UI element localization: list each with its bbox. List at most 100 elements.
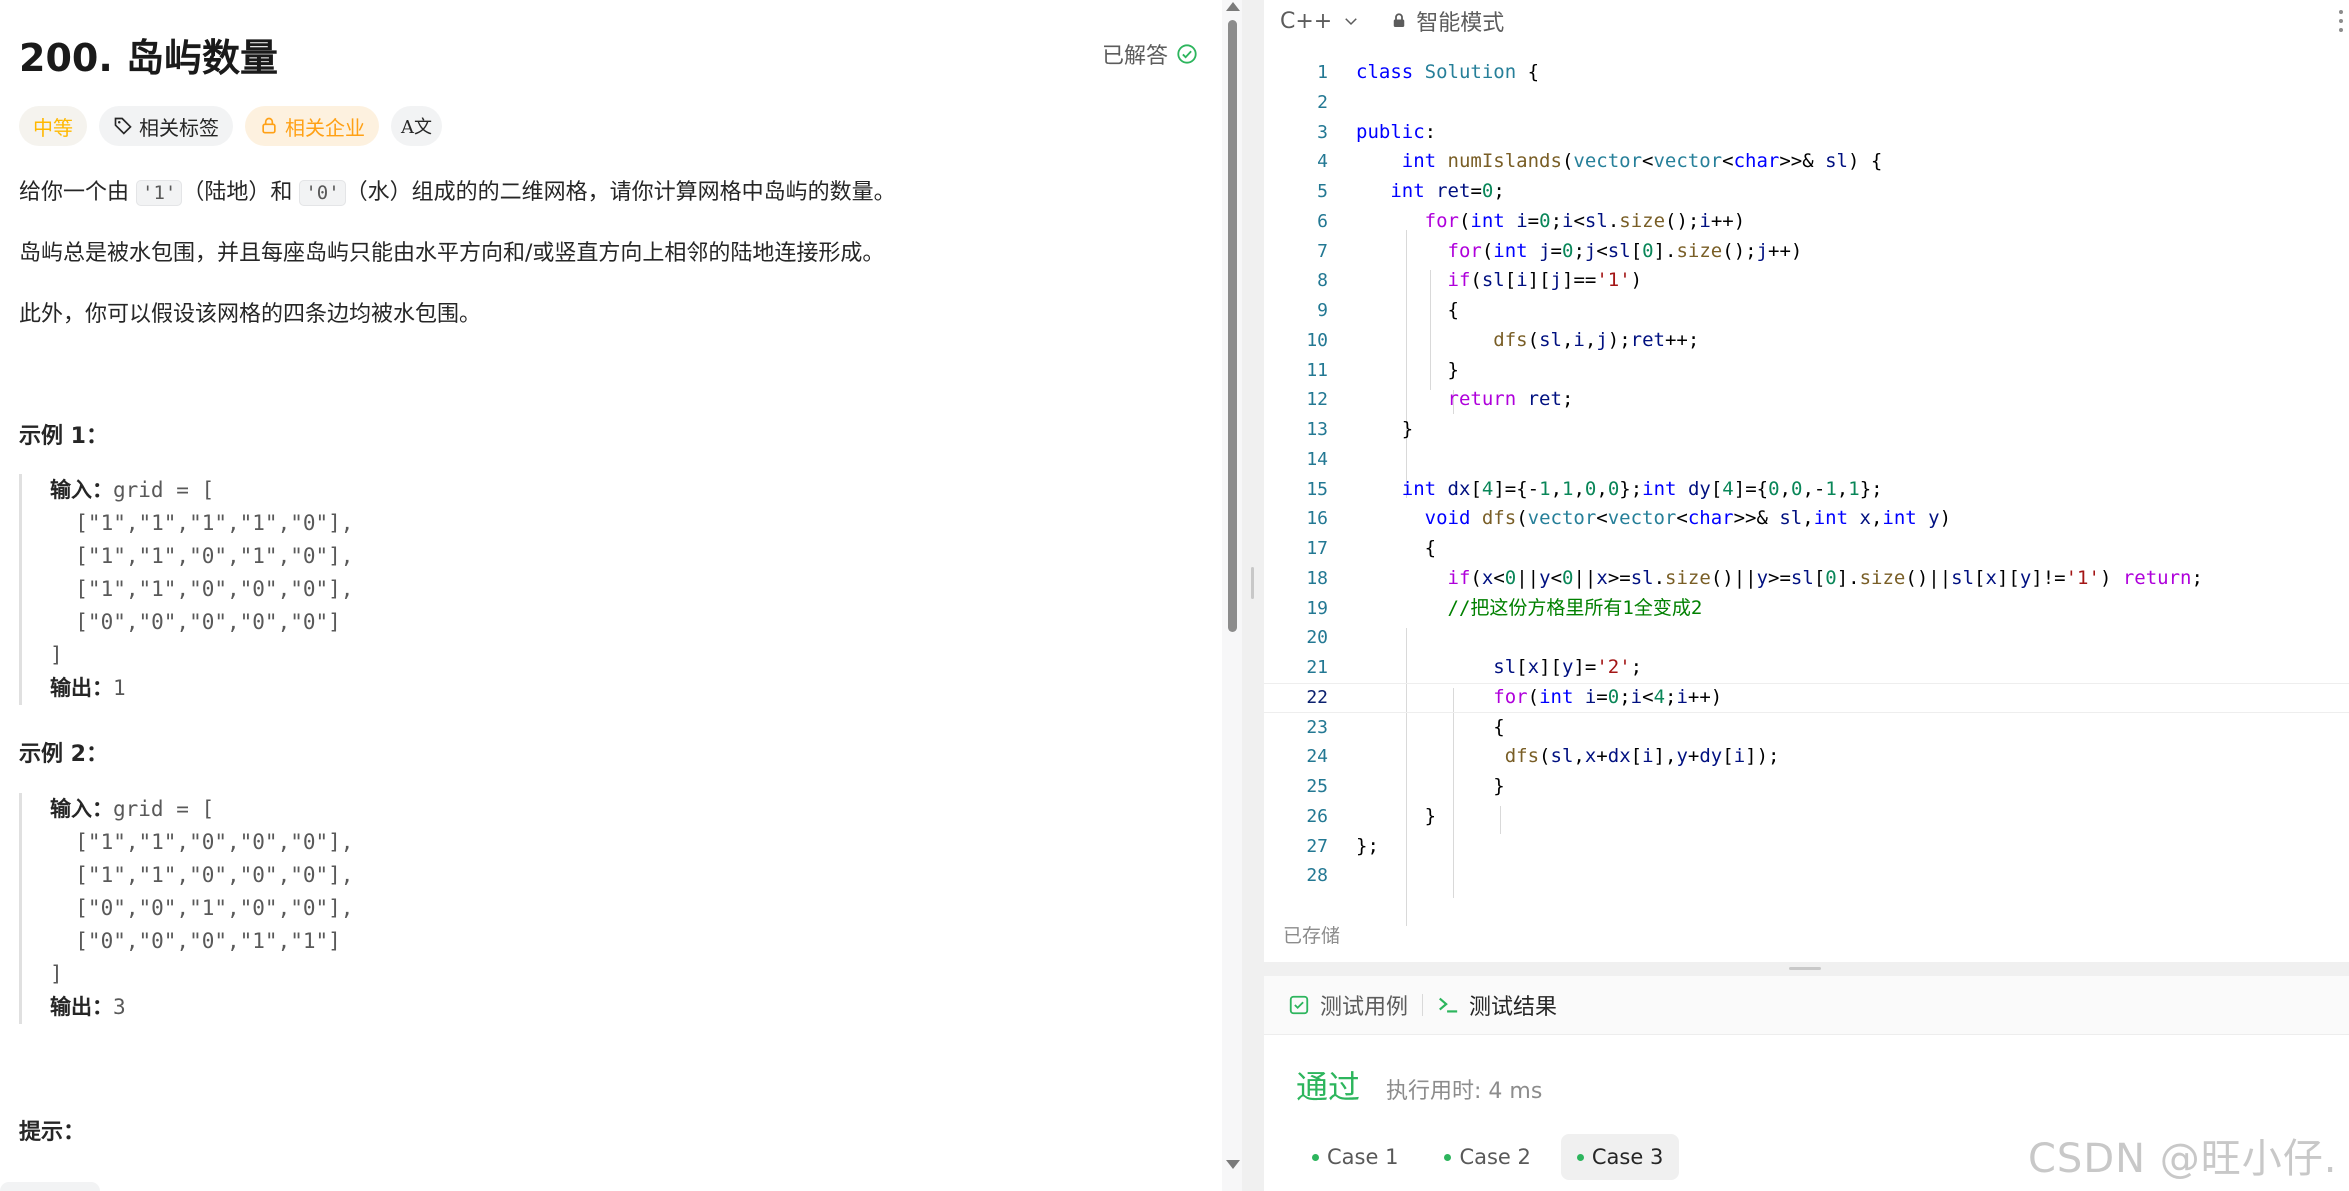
output-label: 输出： <box>50 676 113 700</box>
language-selector[interactable]: C++ <box>1280 9 1360 34</box>
example-2-heading: 示例 2： <box>19 742 108 767</box>
resize-grip-icon <box>1789 967 1821 970</box>
code-editor[interactable]: 1 class Solution { 2 3 public: 4 int numIs… <box>1264 58 2349 926</box>
pass-dot-icon <box>1444 1153 1452 1161</box>
code-line: 10 dfs(sl,i,j);ret++; <box>1306 328 1700 351</box>
example-2-block: 输入：grid = [ ["1","1","0","0","0"], ["1",… <box>19 793 353 1024</box>
terminal-icon <box>1439 997 1458 1013</box>
related-tags-button[interactable]: 相关标签 <box>99 106 233 146</box>
inline-code: '0' <box>299 180 346 206</box>
solved-label: 已解答 <box>1102 44 1169 69</box>
code-line: 20 <box>1306 627 1328 649</box>
description-scrollbar[interactable] <box>1222 0 1242 1191</box>
grid-row: ["1","1","0","0","0"], <box>50 863 354 887</box>
check-circle-icon <box>1177 44 1197 64</box>
runtime-label: 执行用时: 4 ms <box>1386 1079 1543 1104</box>
input-label: 输入： <box>50 478 113 502</box>
solved-status: 已解答 <box>1102 38 1198 70</box>
code-line: 15 int dx[4]={-1,1,0,0};int dy[4]={0,0,-… <box>1306 477 1883 500</box>
grid-row: ["1","1","0","1","0"], <box>50 544 354 568</box>
code-line: 13 } <box>1306 418 1414 440</box>
input-value: grid = [ <box>113 797 215 821</box>
code-line: 7 for(int j=0;j<sl[0].size();j++) <box>1317 239 1803 262</box>
translate-button[interactable]: A文 <box>391 106 442 146</box>
difficulty-tag[interactable]: 中等 <box>19 106 87 146</box>
code-line: 25 } <box>1306 775 1505 797</box>
smart-mode-toggle[interactable]: 智能模式 <box>1390 5 1504 37</box>
example-1-heading: 示例 1： <box>19 424 108 449</box>
resize-grip-icon <box>1251 567 1254 599</box>
editor-panel: C++ 智能模式 1 class Solution { 2 3 public: 4 … <box>1264 0 2349 1191</box>
code-line: 21 sl[x][y]='2'; <box>1306 656 1643 678</box>
case-label: Case 2 <box>1459 1145 1531 1169</box>
tag-icon <box>114 117 132 135</box>
hint-heading: 提示： <box>19 1120 86 1145</box>
code-line: 27}; <box>1306 834 1379 857</box>
case-tab-2[interactable]: Case 2 <box>1428 1134 1546 1180</box>
related-tags-label: 相关标签 <box>139 115 219 140</box>
problem-panel: 200. 岛屿数量 已解答 中等 相关标签 相关企业 A文 给你一个由 '1' （… <box>0 0 1222 1191</box>
code-line: 26 } <box>1306 804 1437 827</box>
description-paragraph-3: 此外，你可以假设该网格的四条边均被水包围。 <box>19 302 482 327</box>
watermark: CSDN @旺小仔. <box>2028 1136 2338 1182</box>
code-line: 4 int numIslands(vector<vector<char>>& s… <box>1317 150 1883 173</box>
result-status: 通过 <box>1296 1068 1361 1106</box>
pass-dot-icon <box>1576 1153 1584 1161</box>
scroll-down-arrow-icon[interactable] <box>1226 1160 1240 1169</box>
code-line: 5 int ret=0; <box>1317 180 1505 202</box>
code-line: 6 for(int i=0;i<sl.size();i++) <box>1317 209 1746 232</box>
hint-pill <box>0 1182 100 1191</box>
output-value: 1 <box>113 676 126 700</box>
case-label: Case 3 <box>1591 1145 1664 1169</box>
translate-icon: A文 <box>401 117 432 138</box>
related-companies-label: 相关企业 <box>285 115 365 140</box>
input-label: 输入： <box>50 797 113 821</box>
lock-icon <box>262 117 276 134</box>
code-line: 2 <box>1317 91 1328 113</box>
result-summary: 通过 执行用时: 4 ms <box>1296 1062 1542 1108</box>
tab-result-label: 测试结果 <box>1469 995 1558 1020</box>
case-tabs: Case 1 Case 2 Case 3 <box>1296 1134 1680 1180</box>
grid-close: ] <box>50 962 63 986</box>
description-paragraph-2: 岛屿总是被水包围，并且每座岛屿只能由水平方向和/或竖直方向上相邻的陆地连接形成。 <box>19 241 885 266</box>
more-vertical-icon[interactable] <box>2338 6 2344 36</box>
chevron-down-icon <box>1345 18 1358 26</box>
difficulty-label: 中等 <box>33 115 73 140</box>
desc-text: （水）组成的的二维网格，请你计算网格中岛屿的数量。 <box>345 180 896 205</box>
code-line: 19 //把这份方格里所有1全变成2 <box>1306 596 1703 619</box>
grid-close: ] <box>50 643 63 667</box>
tab-result[interactable]: 测试结果 <box>1423 989 1571 1021</box>
example-1-block: 输入：grid = [ ["1","1","1","1","0"], ["1",… <box>19 474 353 705</box>
tag-row: 中等 相关标签 相关企业 A文 <box>19 106 442 146</box>
desc-text: 给你一个由 <box>19 180 136 205</box>
output-label: 输出： <box>50 995 113 1019</box>
tab-testcase[interactable]: 测试用例 <box>1274 989 1422 1021</box>
description-paragraph-1: 给你一个由 '1' （陆地）和 '0' （水）组成的的二维网格，请你计算网格中岛屿的… <box>19 174 896 206</box>
saved-status: 已存储 <box>1283 925 1341 947</box>
grid-row: ["1","1","0","0","0"], <box>50 830 354 854</box>
inline-code: '1' <box>136 180 183 206</box>
code-line: 1 class Solution { <box>1317 61 1540 83</box>
code-line: 28 <box>1306 865 1328 887</box>
lock-icon <box>1393 13 1405 27</box>
scroll-up-arrow-icon[interactable] <box>1226 2 1240 11</box>
pass-dot-icon <box>1312 1153 1319 1161</box>
code-line: 24 dfs(sl,x+dx[i],y+dy[i]); <box>1306 745 1780 768</box>
console-tabs: 测试用例 测试结果 <box>1264 976 2349 1035</box>
console-resize-handle[interactable] <box>1264 962 2349 976</box>
related-companies-button[interactable]: 相关企业 <box>245 106 379 146</box>
code-line: 18 if(x<0||y<0||x>=sl.size()||y>=sl[0].s… <box>1306 566 2203 589</box>
desc-text: （陆地）和 <box>182 180 300 205</box>
code-line: 16 void dfs(vector<vector<char>>& sl,int… <box>1306 507 1952 530</box>
grid-row: ["1","1","1","1","0"], <box>50 511 354 535</box>
case-tab-1[interactable]: Case 1 <box>1296 1134 1414 1180</box>
case-tab-3[interactable]: Case 3 <box>1560 1134 1680 1180</box>
mode-label: 智能模式 <box>1416 11 1505 36</box>
code-line: 9 { <box>1317 299 1459 321</box>
problem-title: 200. 岛屿数量 <box>19 36 278 80</box>
grid-row: ["1","1","0","0","0"], <box>50 577 354 601</box>
panel-resize-handle[interactable] <box>1242 0 1264 1191</box>
tab-testcase-label: 测试用例 <box>1320 995 1409 1020</box>
editor-toolbar: C++ 智能模式 <box>1264 0 2349 42</box>
scrollbar-thumb[interactable] <box>1228 20 1237 632</box>
